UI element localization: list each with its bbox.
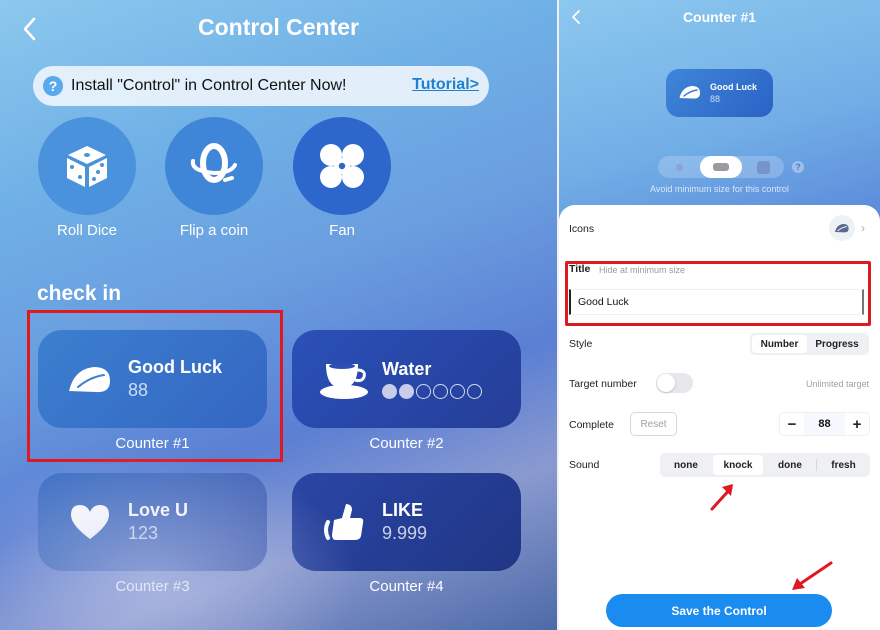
toggle-knob — [657, 374, 675, 392]
counter-name: Water — [382, 359, 432, 379]
annotation-arrow-icon — [792, 561, 833, 590]
quick-action-roll-dice[interactable]: Roll Dice — [37, 117, 137, 239]
sound-fresh-option[interactable]: fresh — [817, 455, 870, 475]
control-preview: Good Luck 88 — [666, 69, 773, 117]
progress-dot — [467, 384, 482, 399]
counter-card-2[interactable]: Water — [292, 330, 521, 428]
chevron-right-icon[interactable]: › — [861, 221, 865, 235]
size-hint: Avoid minimum size for this control — [650, 184, 789, 194]
counter-name: LIKE — [382, 500, 424, 520]
style-progress-option[interactable]: Progress — [807, 335, 867, 353]
progress-dots — [382, 384, 482, 399]
dice-icon — [67, 146, 107, 187]
progress-dot — [399, 384, 414, 399]
counter-value: 9.999 — [382, 523, 428, 543]
counter-caption: Counter #2 — [369, 435, 444, 452]
target-number-label: Target number — [569, 378, 637, 390]
leaf-icon — [835, 224, 849, 233]
decrement-button[interactable]: − — [780, 413, 804, 435]
complete-label: Complete — [569, 419, 614, 431]
target-number-toggle[interactable] — [656, 373, 693, 393]
section-title: check in — [37, 282, 122, 305]
medium-size-icon — [713, 163, 729, 171]
page-title: Control Center — [198, 14, 359, 40]
size-selector — [658, 156, 784, 178]
progress-dot — [382, 384, 397, 399]
control-center-screen: Control Center ? Install "Control" in Co… — [0, 0, 557, 630]
style-number-option[interactable]: Number — [752, 335, 807, 353]
sound-segmented-control: none knock done fresh — [660, 453, 870, 477]
icons-label: Icons — [569, 223, 595, 235]
coin-flip-icon — [190, 143, 237, 183]
counter-caption: Counter #3 — [115, 578, 190, 595]
quick-action-label: Flip a coin — [179, 222, 249, 239]
quick-action-label: Roll Dice — [56, 222, 117, 239]
fan-icon — [320, 144, 364, 188]
counter-card-4[interactable]: LIKE 9.999 — [292, 473, 521, 571]
icon-picker[interactable] — [829, 215, 855, 241]
size-small-option[interactable] — [658, 156, 700, 178]
tutorial-link[interactable]: Tutorial> — [412, 76, 479, 94]
stepper-value: 88 — [804, 413, 845, 435]
quick-action-label: Fan — [329, 222, 355, 239]
thumbs-up-icon — [324, 504, 364, 540]
highlight-box — [565, 261, 871, 326]
settings-sheet: Icons › Title Hide at minimum size Style… — [559, 205, 880, 630]
large-size-icon — [756, 160, 770, 174]
heart-icon — [71, 505, 109, 539]
quick-action-fan[interactable]: Fan — [292, 117, 392, 239]
coffee-cup-icon — [320, 363, 368, 399]
save-control-button[interactable]: Save the Control — [606, 594, 832, 627]
fan-button[interactable] — [293, 117, 391, 215]
increment-button[interactable]: + — [845, 413, 869, 435]
help-icon[interactable]: ? — [792, 161, 804, 173]
counter-edit-screen: Counter #1 Good Luck 88 ? Avoid minimum … — [559, 0, 880, 630]
question-circle-icon: ? — [43, 76, 63, 96]
counter-value: 123 — [128, 523, 159, 543]
sound-label: Sound — [569, 459, 600, 471]
size-large-option[interactable] — [742, 156, 784, 178]
install-banner[interactable]: ? Install "Control" in Control Center No… — [33, 66, 489, 106]
preview-value: 88 — [710, 94, 721, 104]
style-segmented-control: Number Progress — [750, 333, 869, 355]
complete-stepper: − 88 + — [779, 412, 870, 436]
roll-dice-button[interactable] — [38, 117, 136, 215]
preview-name: Good Luck — [710, 82, 757, 92]
banner-text: Install "Control" in Control Center Now! — [71, 77, 347, 94]
target-hint: Unlimited target — [805, 379, 869, 389]
counter-name: Love U — [128, 500, 189, 520]
counter-caption: Counter #4 — [369, 578, 444, 595]
quick-action-flip-coin[interactable]: Flip a coin — [164, 117, 264, 239]
leaf-icon — [679, 86, 700, 99]
sound-knock-option[interactable]: knock — [713, 455, 763, 475]
counter-card-3[interactable]: Love U 123 — [38, 473, 267, 571]
progress-dot — [450, 384, 465, 399]
small-size-icon — [675, 163, 683, 171]
sound-done-option[interactable]: done — [764, 455, 816, 475]
reset-button[interactable]: Reset — [630, 412, 677, 436]
annotation-arrow-icon — [710, 484, 733, 511]
page-title: Counter #1 — [682, 9, 757, 25]
size-medium-option[interactable] — [700, 156, 742, 178]
style-label: Style — [569, 338, 593, 350]
flip-coin-button[interactable] — [165, 117, 263, 215]
progress-dot — [433, 384, 448, 399]
highlight-box — [27, 310, 283, 462]
progress-dot — [416, 384, 431, 399]
sound-none-option[interactable]: none — [660, 455, 712, 475]
